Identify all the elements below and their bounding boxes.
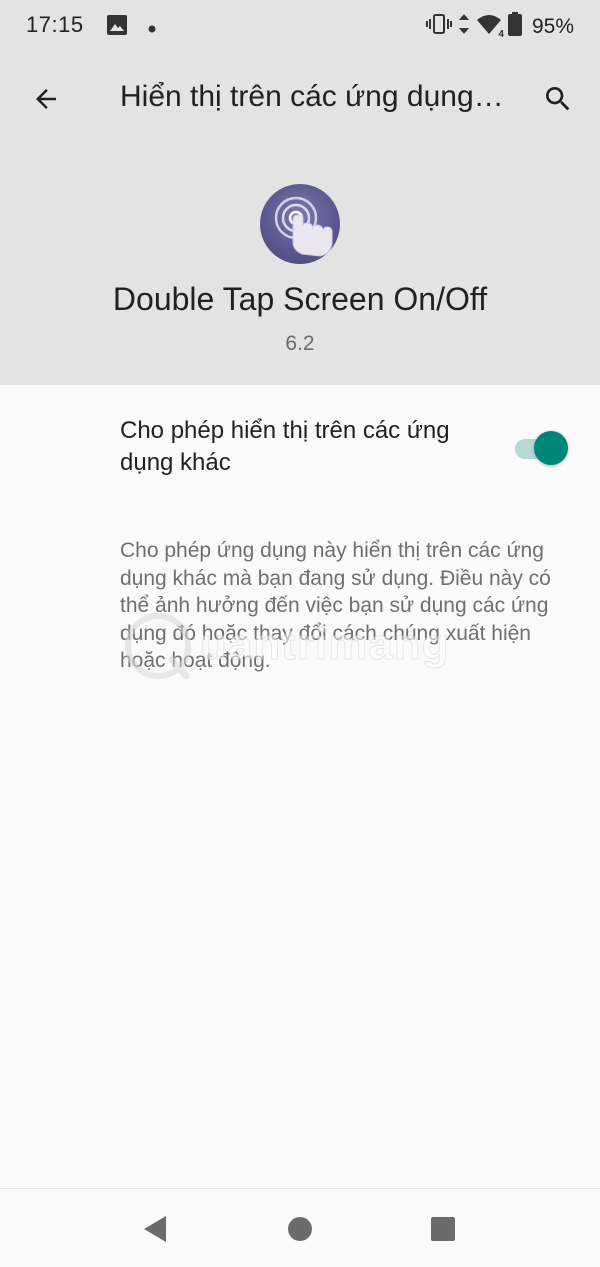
double-tap-finger-icon	[260, 184, 340, 264]
page-title: Hiển thị trên các ứng dụng khác	[120, 80, 504, 113]
navigation-bar	[0, 1188, 600, 1267]
battery-icon	[507, 12, 522, 41]
network-badge: 4	[498, 29, 504, 40]
vibrate-icon	[425, 13, 452, 40]
nav-home-button[interactable]	[280, 1209, 320, 1249]
app-name: Double Tap Screen On/Off	[112, 281, 488, 317]
toolbar: Hiển thị trên các ứng dụng khác	[0, 62, 600, 136]
nav-recents-button[interactable]	[423, 1209, 463, 1249]
permission-description: Cho phép ứng dụng này hiển thị trên các …	[120, 539, 551, 672]
home-circle-icon	[288, 1217, 312, 1241]
dot-icon	[148, 20, 156, 38]
permission-label: Cho phép hiển thị trên các ứng dụng khác	[120, 417, 450, 476]
back-triangle-icon	[144, 1216, 166, 1242]
toggle-thumb	[534, 431, 568, 465]
search-icon	[546, 87, 570, 111]
status-icons: 4 95%	[425, 12, 574, 41]
status-bar: 17:15 4 95%	[0, 0, 600, 52]
app-permission-screen: 17:15 4 95% Hiển thị trên các ứng dụng k…	[0, 0, 600, 1267]
status-time: 17:15	[26, 12, 84, 37]
arrow-back-icon	[36, 89, 56, 109]
wifi-icon: 4	[476, 13, 504, 40]
nav-back-button[interactable]	[135, 1209, 175, 1249]
back-button[interactable]	[18, 71, 74, 127]
data-arrows-icon	[458, 13, 470, 40]
permission-toggle-switch[interactable]	[512, 430, 570, 465]
battery-percent: 95%	[531, 14, 574, 38]
recents-square-icon	[431, 1217, 455, 1241]
permission-toggle-row[interactable]: Cho phép hiển thị trên các ứng dụng khác	[0, 400, 600, 500]
app-version: 6.2	[285, 332, 315, 355]
header-panel: 17:15 4 95% Hiển thị trên các ứng dụng k…	[0, 0, 600, 385]
search-button[interactable]	[530, 71, 586, 127]
image-icon	[106, 14, 128, 41]
